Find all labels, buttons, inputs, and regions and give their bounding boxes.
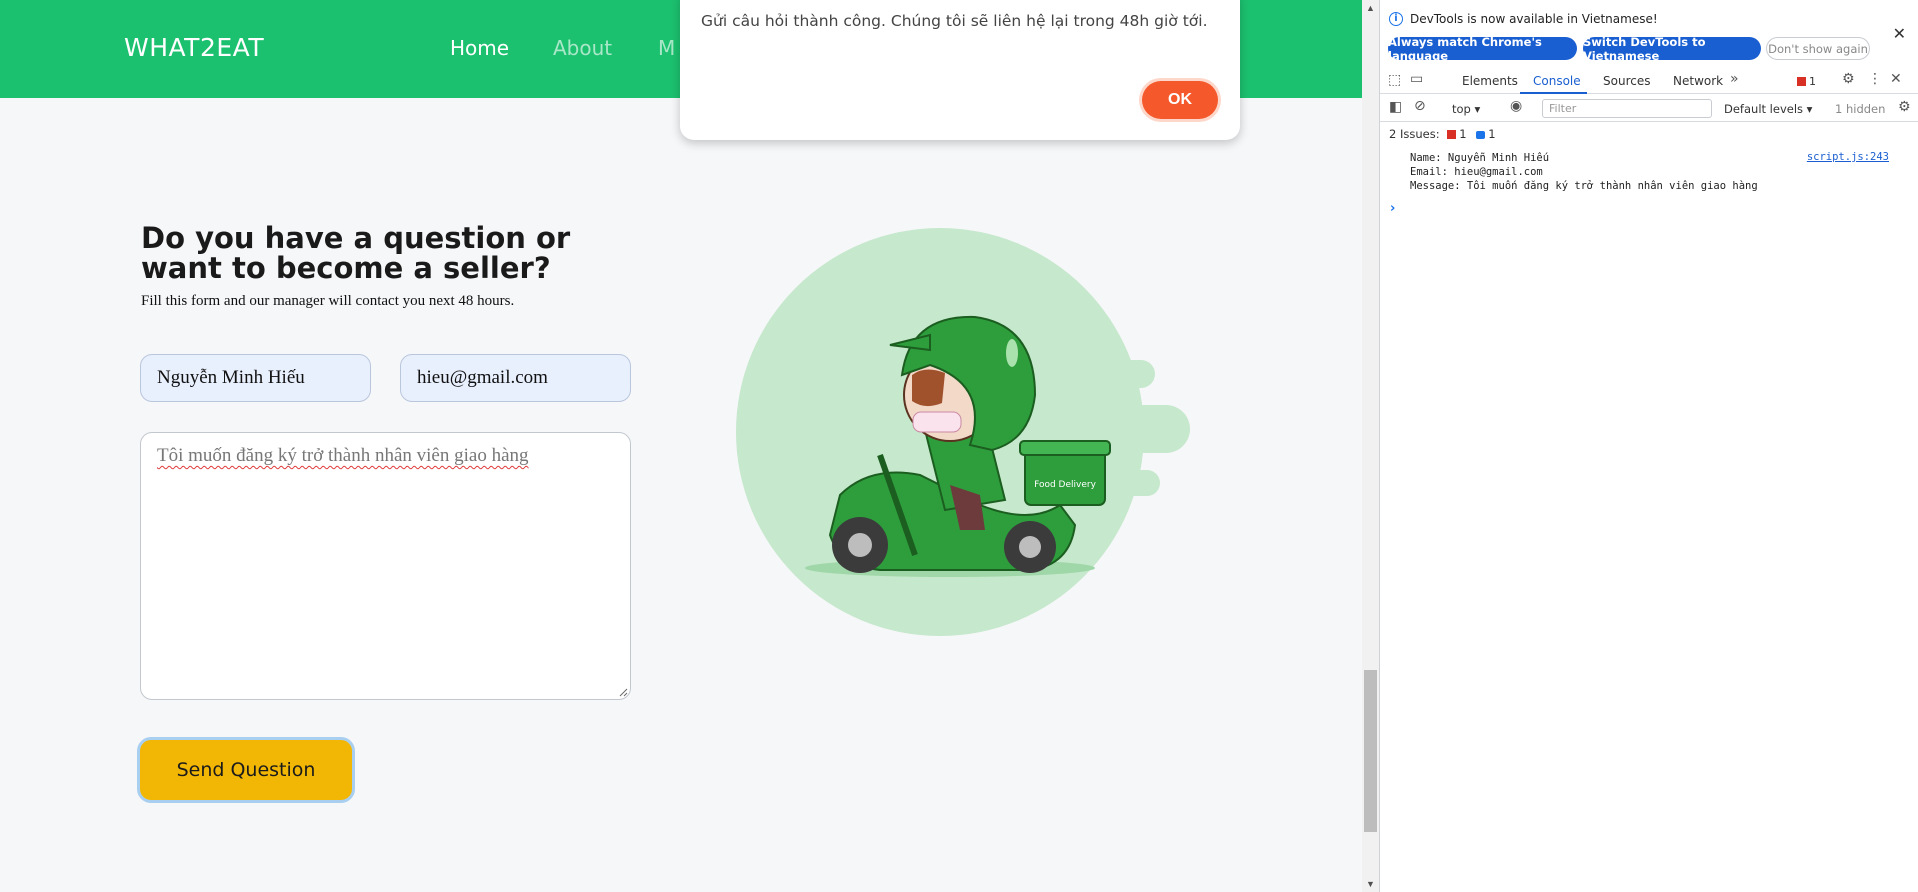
scroll-down-arrow-icon[interactable]: ▼ — [1362, 876, 1379, 892]
device-toolbar-icon[interactable]: ▭ — [1410, 71, 1423, 87]
log-source-link[interactable]: script.js:243 — [1807, 151, 1889, 163]
send-question-button[interactable]: Send Question — [137, 737, 355, 803]
tab-elements[interactable]: Elements — [1462, 74, 1518, 88]
settings-gear-icon[interactable]: ⚙ — [1842, 71, 1855, 87]
alert-message: Gửi câu hỏi thành công. Chúng tôi sẽ liê… — [701, 12, 1208, 30]
delivery-box-text: Food Delivery — [1034, 480, 1096, 490]
issue-error-icon — [1447, 130, 1457, 139]
switch-language-button[interactable]: Switch DevTools to Vietnamese — [1583, 35, 1761, 63]
eye-icon[interactable]: ◉ — [1510, 98, 1522, 114]
close-devtools-icon[interactable]: ✕ — [1890, 71, 1902, 87]
devtools-tabbar: ⬚ ▭ Elements Console Sources Network » 1… — [1380, 68, 1918, 94]
devtools-language-banner: DevTools is now available in Vietnamese! — [1410, 12, 1658, 26]
devtools-panel: i DevTools is now available in Vietnames… — [1379, 0, 1918, 892]
scroll-up-arrow-icon[interactable]: ▲ — [1362, 0, 1379, 16]
close-icon[interactable]: ✕ — [1893, 24, 1906, 43]
nav-about[interactable]: About — [553, 36, 612, 60]
form-subtext: Fill this form and our manager will cont… — [141, 293, 515, 309]
console-prompt-chevron-icon[interactable]: › — [1390, 201, 1395, 216]
context-selector[interactable]: top ▾ — [1452, 102, 1480, 116]
name-input-value: Nguyễn Minh Hiếu — [157, 367, 305, 388]
clear-console-icon[interactable]: ⊘ — [1414, 98, 1426, 114]
page-scrollbar[interactable]: ▲ ▼ — [1362, 0, 1379, 892]
active-tab-indicator — [1520, 92, 1587, 94]
resize-grip-icon[interactable] — [618, 687, 628, 697]
message-textarea-value: Tôi muốn đăng ký trở thành nhân viên gia… — [157, 445, 529, 466]
delivery-scooter-illustration: Food Delivery — [736, 228, 1190, 636]
email-input-value: hieu@gmail.com — [417, 367, 548, 388]
tab-console[interactable]: Console — [1533, 74, 1581, 88]
alert-ok-button[interactable]: OK — [1142, 81, 1218, 119]
console-settings-gear-icon[interactable]: ⚙ — [1898, 99, 1911, 115]
console-filter-input[interactable]: Filter — [1542, 99, 1712, 118]
tab-sources[interactable]: Sources — [1603, 74, 1650, 88]
inspect-element-icon[interactable]: ⬚ — [1388, 72, 1401, 88]
error-count-badge[interactable]: 1 — [1797, 75, 1816, 88]
tab-network[interactable]: Network — [1673, 74, 1723, 88]
info-icon: i — [1389, 12, 1403, 26]
nav-menu[interactable]: M — [658, 36, 675, 60]
message-textarea[interactable]: Tôi muốn đăng ký trở thành nhân viên gia… — [140, 432, 631, 700]
email-input[interactable]: hieu@gmail.com — [400, 354, 631, 402]
issues-summary[interactable]: 2 Issues: 1 1 — [1389, 127, 1496, 141]
nav-home[interactable]: Home — [450, 36, 509, 60]
sidebar-toggle-icon[interactable]: ◧ — [1389, 99, 1402, 115]
log-line-message: Message: Tôi muốn đăng ký trở thành nhân… — [1410, 180, 1758, 192]
log-line-email: Email: hieu@gmail.com — [1410, 166, 1543, 178]
log-levels-dropdown[interactable]: Default levels ▾ — [1724, 102, 1812, 116]
always-match-language-button[interactable]: Always match Chrome's language — [1388, 35, 1577, 63]
console-log-entry: Name: Nguyễn Minh Hiếu Email: hieu@gmail… — [1380, 146, 1918, 196]
issue-message-icon — [1476, 131, 1486, 139]
brand-logo[interactable]: WHAT2EAT — [124, 33, 264, 62]
more-options-icon[interactable]: ⋮ — [1868, 71, 1882, 87]
error-icon — [1797, 77, 1806, 86]
scroll-thumb[interactable] — [1364, 670, 1377, 832]
more-tabs-icon[interactable]: » — [1730, 71, 1739, 87]
name-input[interactable]: Nguyễn Minh Hiếu — [140, 354, 371, 402]
website-viewport: WHAT2EAT Home About M Do you have a ques… — [0, 0, 1362, 892]
log-line-name: Name: Nguyễn Minh Hiếu — [1410, 152, 1550, 164]
form-heading: Do you have a question or want to become… — [141, 221, 571, 285]
alert-dialog: Gửi câu hỏi thành công. Chúng tôi sẽ liê… — [680, 0, 1240, 140]
hidden-count: 1 hidden — [1835, 102, 1886, 116]
console-toolbar: ◧ ⊘ top ▾ ◉ Filter Default levels ▾ 1 hi… — [1380, 95, 1918, 122]
dont-show-again-button[interactable]: Don't show again — [1766, 37, 1870, 60]
